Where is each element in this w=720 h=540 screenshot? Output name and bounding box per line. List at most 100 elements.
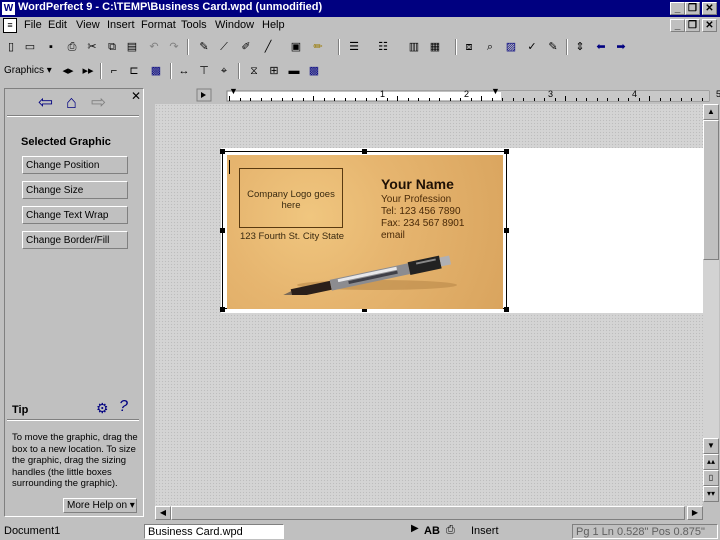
printer-icon[interactable]: ⎙	[446, 524, 455, 537]
home-icon[interactable]: ⌂	[66, 92, 77, 113]
link-icon[interactable]: ⧈	[461, 39, 477, 55]
business-card-graphic[interactable]: Company Logo goes here 123 Fourth St. Ci…	[227, 155, 503, 309]
left-margin-marker[interactable]: ▼	[229, 86, 238, 96]
align-icon[interactable]: ⊤	[196, 63, 212, 79]
caption-icon[interactable]: ⊞	[266, 63, 282, 79]
table-icon[interactable]: ▦	[427, 39, 443, 55]
back-arrow-icon[interactable]: ⬅	[593, 39, 609, 55]
text-box-icon[interactable]: ▣	[288, 39, 304, 55]
vertical-scrollbar[interactable]: ▲ ▼ ▴▴ ▯ ▾▾	[703, 104, 719, 506]
sizing-handle[interactable]	[220, 307, 225, 312]
restore-button[interactable]: ❐	[685, 2, 700, 15]
next-graphic-icon[interactable]: ▸▸	[80, 63, 96, 79]
menu-window[interactable]: Window	[215, 19, 254, 31]
save-icon[interactable]: ▪	[43, 39, 59, 55]
graphics-dropdown[interactable]: Graphics ▾	[4, 65, 58, 76]
columns-icon[interactable]: ▥	[406, 39, 422, 55]
numbering-icon[interactable]: ☰	[346, 39, 362, 55]
page-icon[interactable]: ▯	[703, 470, 719, 486]
fill-icon[interactable]: ⊏	[126, 63, 142, 79]
change-border-fill-button[interactable]: Change Border/Fill	[22, 231, 128, 249]
sizing-handle[interactable]	[220, 228, 225, 233]
line-draw-icon[interactable]: ⟋	[216, 39, 232, 55]
wrap-icon[interactable]: ⧖	[246, 63, 262, 79]
highlight-icon[interactable]: ✏	[310, 39, 326, 55]
change-size-button[interactable]: Change Size	[22, 181, 128, 199]
menu-edit[interactable]: Edit	[48, 19, 67, 31]
reveal-codes-icon[interactable]: ⇕	[572, 39, 588, 55]
paste-icon[interactable]: ▤	[124, 39, 140, 55]
horizontal-scrollbar[interactable]: ◀ ▶	[155, 506, 703, 520]
sizing-handle[interactable]	[504, 307, 509, 312]
more-help-label: More Help on	[67, 500, 128, 511]
border-style-icon[interactable]: ⌐	[106, 63, 122, 79]
status-position[interactable]: Pg 1 Ln 0.528" Pos 0.875"	[572, 524, 718, 539]
spell-icon[interactable]: ✓	[524, 39, 540, 55]
close-panel-icon[interactable]: ✕	[131, 89, 141, 103]
wordperfect-app-icon[interactable]: W	[2, 2, 15, 15]
new-icon[interactable]: ▯	[3, 39, 19, 55]
close-button[interactable]: ✕	[702, 2, 717, 15]
panel-splitter[interactable]	[146, 88, 152, 520]
shapes-icon[interactable]: ✎	[196, 39, 212, 55]
more-help-button[interactable]: More Help on ▾	[63, 498, 137, 513]
ruler-number: 4	[632, 89, 638, 99]
draw-icon[interactable]: ✐	[238, 39, 254, 55]
back-icon[interactable]: ⇦	[38, 92, 53, 113]
menu-view[interactable]: View	[76, 19, 100, 31]
pencil-icon[interactable]: ✎	[545, 39, 561, 55]
menu-file[interactable]: File	[24, 19, 42, 31]
vertical-scroll-track[interactable]	[703, 260, 719, 440]
open-icon[interactable]: ▭	[22, 39, 38, 55]
line-icon[interactable]: ╱	[260, 39, 276, 55]
scroll-down-button[interactable]: ▼	[703, 438, 719, 454]
scroll-up-button[interactable]: ▲	[703, 104, 719, 120]
scroll-right-button[interactable]: ▶	[687, 506, 703, 520]
doc-restore-button[interactable]: ❐	[685, 19, 700, 32]
right-margin-marker[interactable]: ▼	[491, 86, 500, 96]
doc-minimize-button[interactable]: _	[670, 19, 685, 32]
edit-graphic-icon[interactable]: ⌖	[216, 63, 232, 79]
image-tools-icon[interactable]: ▬	[286, 63, 302, 79]
menu-insert[interactable]: Insert	[107, 19, 135, 31]
zoom-icon[interactable]: ⌕	[482, 39, 498, 55]
menu-help[interactable]: Help	[262, 19, 285, 31]
document-control-icon[interactable]: ≡	[3, 18, 17, 33]
graphic-style-icon[interactable]: ▩	[148, 63, 164, 79]
status-insert-mode[interactable]: Insert	[468, 524, 568, 539]
logo-placeholder-box[interactable]: Company Logo goes here	[239, 168, 343, 228]
change-text-wrap-button[interactable]: Change Text Wrap	[22, 206, 128, 224]
forward-icon[interactable]: ⇨	[91, 92, 106, 113]
sizing-handle[interactable]	[504, 228, 509, 233]
undo-icon[interactable]: ↶	[146, 39, 162, 55]
minimize-button[interactable]: _	[670, 2, 685, 15]
sizing-handle[interactable]	[220, 149, 225, 154]
redo-icon[interactable]: ↷	[166, 39, 182, 55]
print-icon[interactable]: ⎙	[64, 39, 80, 55]
help-icon[interactable]: ?	[119, 398, 128, 416]
menu-format[interactable]: Format	[141, 19, 176, 31]
status-ab[interactable]: AB	[421, 524, 445, 539]
vertical-scroll-thumb[interactable]	[703, 120, 719, 260]
next-page-button[interactable]: ▾▾	[703, 486, 719, 502]
scroll-left-button[interactable]: ◀	[155, 506, 171, 520]
ruler[interactable]: 1 2 3 4 5 ▼ ▼	[155, 86, 720, 104]
sizing-handle[interactable]	[362, 149, 367, 154]
previous-page-button[interactable]: ▴▴	[703, 454, 719, 470]
doc-close-button[interactable]: ✕	[702, 19, 717, 32]
flip-icon[interactable]: ↔	[176, 63, 192, 79]
horizontal-scroll-thumb[interactable]	[171, 506, 685, 520]
bullets-icon[interactable]: ☷	[375, 39, 391, 55]
status-file-tab[interactable]: Business Card.wpd	[144, 524, 284, 539]
copy-icon[interactable]: ⧉	[104, 39, 120, 55]
cut-icon[interactable]: ✂	[84, 39, 100, 55]
forward-arrow-icon[interactable]: ➡	[613, 39, 629, 55]
chart-icon[interactable]: ▨	[503, 39, 519, 55]
sizing-handle[interactable]	[504, 149, 509, 154]
menu-tools[interactable]: Tools	[181, 19, 207, 31]
previous-graphic-icon[interactable]: ◂▸	[60, 63, 76, 79]
pen-image	[276, 255, 457, 295]
object-icon[interactable]: ▩	[306, 63, 322, 79]
change-position-button[interactable]: Change Position	[22, 156, 128, 174]
status-document[interactable]: Document1	[1, 524, 141, 539]
